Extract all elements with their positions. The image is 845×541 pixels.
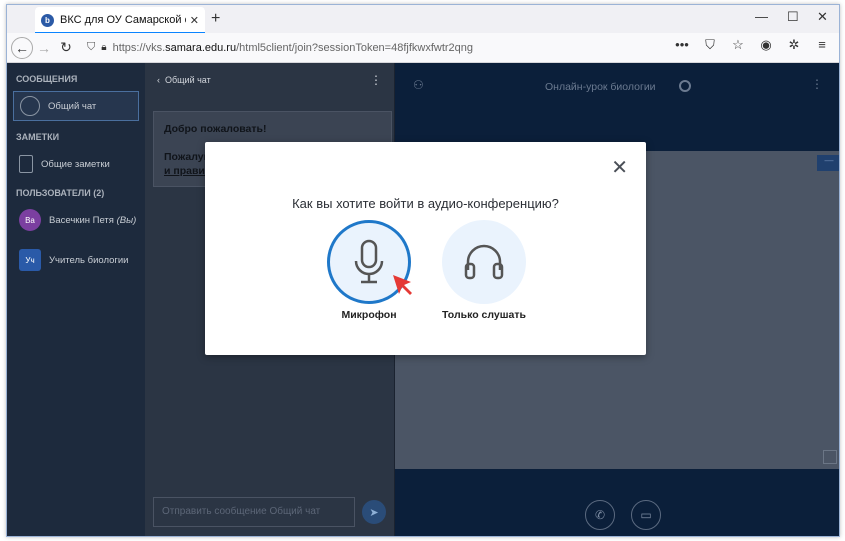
microphone-icon: [354, 239, 384, 284]
close-icon[interactable]: ✕: [611, 158, 628, 178]
address-bar[interactable]: ⛉ 🔒︎ https://vks.samara.edu.ru/html5clie…: [87, 36, 767, 59]
url-text: https://vks.samara.edu.ru/html5client/jo…: [113, 42, 473, 54]
pocket-icon[interactable]: ⛉: [699, 37, 721, 53]
back-icon[interactable]: ←: [11, 36, 33, 59]
microphone-label: Микрофон: [341, 309, 397, 321]
lock-icon[interactable]: 🔒︎: [101, 42, 106, 53]
cursor-arrow-icon: [393, 275, 412, 295]
browser-tab[interactable]: b ВКС для ОУ Самарской облас ✕: [35, 7, 205, 33]
site-favicon-icon: b: [41, 13, 54, 27]
reload-icon[interactable]: ↻: [55, 37, 77, 59]
maximize-icon[interactable]: ☐: [787, 9, 799, 25]
window-close-icon[interactable]: ✕: [817, 9, 828, 25]
audio-question: Как вы хотите войти в аудио-конференцию?: [292, 196, 559, 211]
bookmark-star-icon[interactable]: ☆: [727, 37, 749, 53]
tab-close-icon[interactable]: ✕: [190, 14, 199, 27]
toolbar-right: ••• ⛉ ☆ ◉ ✲ ≡: [671, 37, 839, 53]
tab-title: ВКС для ОУ Самарской облас: [60, 14, 186, 26]
forward-icon[interactable]: →: [33, 37, 55, 59]
url-prefix: https://vks.: [112, 41, 166, 54]
navigation-bar: ← → ↻ ⛉ 🔒︎ https://vks.samara.edu.ru/htm…: [7, 33, 839, 63]
minimize-icon[interactable]: —: [755, 9, 768, 24]
url-domain: samara.edu.ru: [165, 41, 237, 54]
account-icon[interactable]: ◉: [755, 37, 777, 53]
shield-icon[interactable]: ⛉: [87, 41, 95, 54]
audio-modal: ✕ Как вы хотите войти в аудио-конференци…: [205, 142, 646, 355]
extensions-icon[interactable]: ✲: [783, 37, 805, 53]
menu-icon[interactable]: ≡: [811, 37, 833, 53]
tab-strip: b ВКС для ОУ Самарской облас ✕ + — ☐ ✕: [7, 5, 839, 33]
browser-window: b ВКС для ОУ Самарской облас ✕ + — ☐ ✕ ←…: [6, 4, 840, 537]
new-tab-icon[interactable]: +: [211, 10, 220, 28]
listen-only-label: Только слушать: [442, 309, 526, 321]
more-actions-icon[interactable]: •••: [671, 37, 693, 53]
listen-only-button[interactable]: [442, 220, 526, 304]
headphones-icon: [464, 244, 504, 280]
url-path: /html5client/join?sessionToken=48fjfkwxf…: [236, 41, 474, 54]
